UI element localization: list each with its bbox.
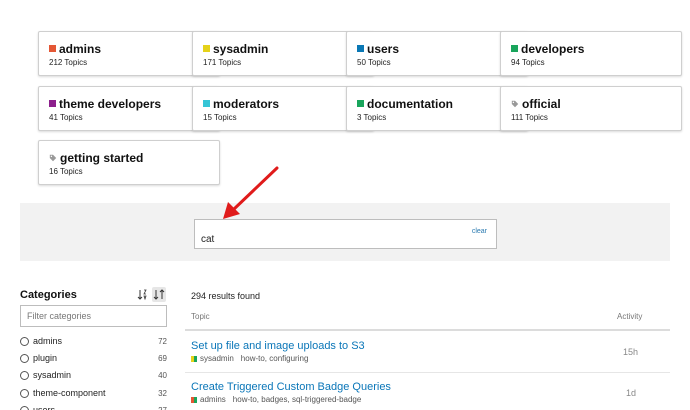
category-color-square (511, 45, 518, 52)
category-color-square (203, 100, 210, 107)
clear-search-button[interactable]: clear (472, 228, 487, 235)
topic-title-link[interactable]: Set up file and image uploads to S3 (191, 340, 365, 352)
results-count: 294 results found (191, 291, 261, 301)
sort-count-icon (153, 289, 165, 300)
category-card-count: 94 Topics (511, 58, 545, 67)
sidebar-item-label: admins (33, 336, 63, 346)
topic-meta: admins how-to, badges, sql-triggered-bad… (191, 395, 361, 404)
category-card-official[interactable]: official 111 Topics (500, 86, 682, 131)
sidebar-item-sysadmin[interactable]: sysadmin 40 (20, 368, 167, 382)
topic-meta: sysadmin how-to, configuring (191, 354, 308, 363)
sort-alpha-icon (137, 289, 147, 301)
sidebar-item-admins[interactable]: admins 72 (20, 334, 167, 348)
search-input[interactable]: cat clear (194, 219, 497, 249)
category-color-square (191, 396, 197, 403)
sidebar-item-label: users (33, 405, 56, 410)
category-card-title: theme developers (59, 96, 162, 111)
sidebar-item-count: 72 (158, 336, 167, 346)
sidebar-item-label: plugin (33, 353, 58, 363)
category-card-title: moderators (213, 96, 280, 111)
search-input-value: cat (201, 234, 215, 245)
column-header-topic: Topic (191, 312, 210, 321)
category-card-title: users (367, 41, 400, 56)
sidebar-item-count: 27 (158, 405, 167, 410)
category-card-count: 111 Topics (511, 113, 548, 122)
radio-icon[interactable] (20, 370, 29, 380)
category-card-title: developers (521, 41, 585, 56)
sidebar-item-count: 40 (158, 370, 167, 380)
sort-count-button[interactable] (152, 287, 166, 302)
topic-tags[interactable]: how-to, configuring (241, 354, 309, 363)
sidebar-item-count: 32 (158, 388, 167, 398)
tag-icon (49, 154, 57, 161)
category-card-title: official (522, 96, 561, 111)
sidebar-item-label: theme-component (33, 388, 106, 398)
category-color-square (49, 45, 56, 52)
category-card-developers[interactable]: developers 94 Topics (500, 31, 682, 76)
topic-activity[interactable]: 15h (623, 347, 638, 357)
row-divider (185, 372, 670, 373)
topic-activity[interactable]: 1d (626, 388, 636, 398)
tag-icon (511, 100, 519, 107)
category-color-square (49, 100, 56, 107)
topic-title-link[interactable]: Create Triggered Custom Badge Queries (191, 381, 391, 393)
topic-category-link[interactable]: sysadmin (200, 354, 234, 363)
column-header-activity: Activity (617, 312, 643, 321)
category-color-square (203, 45, 210, 52)
radio-icon[interactable] (20, 405, 29, 410)
sidebar-item-count: 69 (158, 353, 167, 363)
radio-icon[interactable] (20, 353, 29, 363)
category-color-square (357, 45, 364, 52)
header-divider (185, 329, 670, 331)
category-card-title: admins (59, 41, 102, 56)
topic-tags[interactable]: how-to, badges, sql-triggered-badge (233, 395, 362, 404)
category-color-square (357, 100, 364, 107)
sort-alpha-button[interactable] (136, 287, 150, 302)
category-card-title: getting started (60, 150, 144, 165)
category-color-square (191, 355, 197, 362)
category-card-getting-started[interactable]: getting started 16 Topics (38, 140, 220, 185)
sidebar-item-label: sysadmin (33, 370, 72, 380)
category-card-count: 16 Topics (49, 167, 83, 176)
sidebar-item-users[interactable]: users 27 (20, 403, 167, 410)
category-card-title: documentation (367, 96, 453, 111)
sidebar-item-theme-component[interactable]: theme-component 32 (20, 386, 167, 400)
category-card-title: sysadmin (213, 41, 269, 56)
topic-category-link[interactable]: admins (200, 395, 226, 404)
radio-icon[interactable] (20, 388, 29, 398)
radio-icon[interactable] (20, 336, 29, 346)
sidebar-heading: Categories (20, 289, 77, 301)
filter-categories-input[interactable]: Filter categories (20, 305, 167, 327)
sidebar-item-plugin[interactable]: plugin 69 (20, 351, 167, 365)
